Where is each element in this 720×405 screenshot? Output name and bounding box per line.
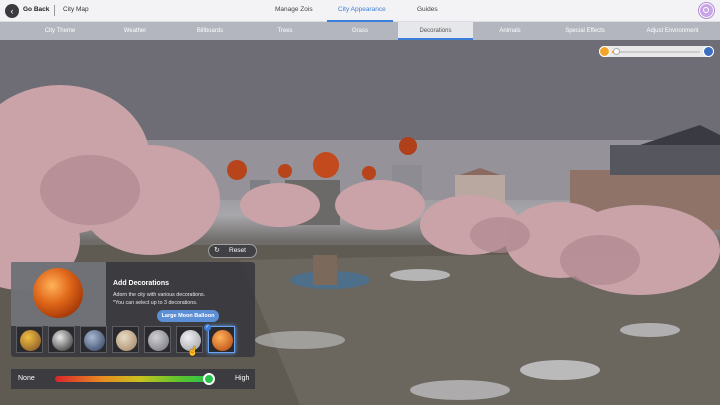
- intensity-slider-handle[interactable]: [203, 373, 215, 385]
- decoration-thumbnail[interactable]: [208, 326, 235, 353]
- earth-balloon-icon: [84, 330, 105, 351]
- decoration-thumbnail[interactable]: [16, 326, 43, 353]
- intensity-slider[interactable]: [55, 376, 209, 382]
- reset-label: Reset: [229, 247, 246, 254]
- reset-icon: ↻: [214, 247, 220, 254]
- tab-billboards[interactable]: Billboards: [180, 22, 240, 40]
- time-track: [612, 50, 700, 53]
- tab-adjust-environment[interactable]: Adjust Environment: [630, 22, 715, 40]
- sun-balloon-preview-icon: [33, 268, 83, 318]
- avatar[interactable]: [699, 3, 714, 18]
- selected-check-icon: ✓: [204, 324, 211, 331]
- sun-icon: [599, 46, 610, 57]
- decoration-thumbnail[interactable]: [144, 326, 171, 353]
- moon-balloon-icon: [148, 330, 169, 351]
- description-line-1: Adorn the city with various decorations.: [113, 292, 206, 298]
- tab-decorations[interactable]: Decorations: [398, 22, 473, 40]
- reset-button[interactable]: ↻ Reset: [208, 244, 257, 258]
- tab-special-effects[interactable]: Special Effects: [555, 22, 615, 40]
- decoration-thumbnail[interactable]: [112, 326, 139, 353]
- divider: [54, 5, 55, 16]
- tab-manage-zois[interactable]: Manage Zois: [275, 6, 313, 13]
- go-back-button[interactable]: Go Back: [23, 6, 49, 13]
- panda-balloon-icon: [52, 330, 73, 351]
- tab-guides[interactable]: Guides: [417, 6, 438, 13]
- tab-animals[interactable]: Animals: [480, 22, 540, 40]
- tab-trees[interactable]: Trees: [255, 22, 315, 40]
- tab-grass[interactable]: Grass: [330, 22, 390, 40]
- sun-balloon-icon: [212, 330, 233, 351]
- top-nav-bar: ‹ Go Back City Map Manage Zois City Appe…: [0, 0, 720, 22]
- tab-weather[interactable]: Weather: [105, 22, 165, 40]
- panel-title: Add Decorations: [113, 280, 170, 287]
- decoration-thumbnail[interactable]: [80, 326, 107, 353]
- breadcrumb: City Map: [63, 6, 89, 13]
- tab-city-theme[interactable]: City Theme: [30, 22, 90, 40]
- decoration-thumbnail[interactable]: [48, 326, 75, 353]
- moon-icon: [703, 46, 714, 57]
- profile-icon: [703, 7, 709, 13]
- description-line-2: *You can select up to 3 decorations.: [113, 299, 198, 306]
- panel-description: Adorn the city with various decorations.…: [113, 292, 253, 307]
- character-balloon-icon: [20, 330, 41, 351]
- pointer-cursor-icon: ☝: [187, 346, 199, 356]
- intensity-max-label: High: [235, 375, 250, 382]
- category-tab-bar: City Theme Weather Billboards Trees Gras…: [0, 22, 720, 40]
- decoration-tooltip: Large Moon Balloon: [157, 310, 219, 322]
- back-arrow-icon[interactable]: ‹: [5, 4, 19, 18]
- tab-city-appearance[interactable]: City Appearance: [338, 6, 386, 13]
- intensity-min-label: None: [18, 375, 35, 382]
- jupiter-balloon-icon: [116, 330, 137, 351]
